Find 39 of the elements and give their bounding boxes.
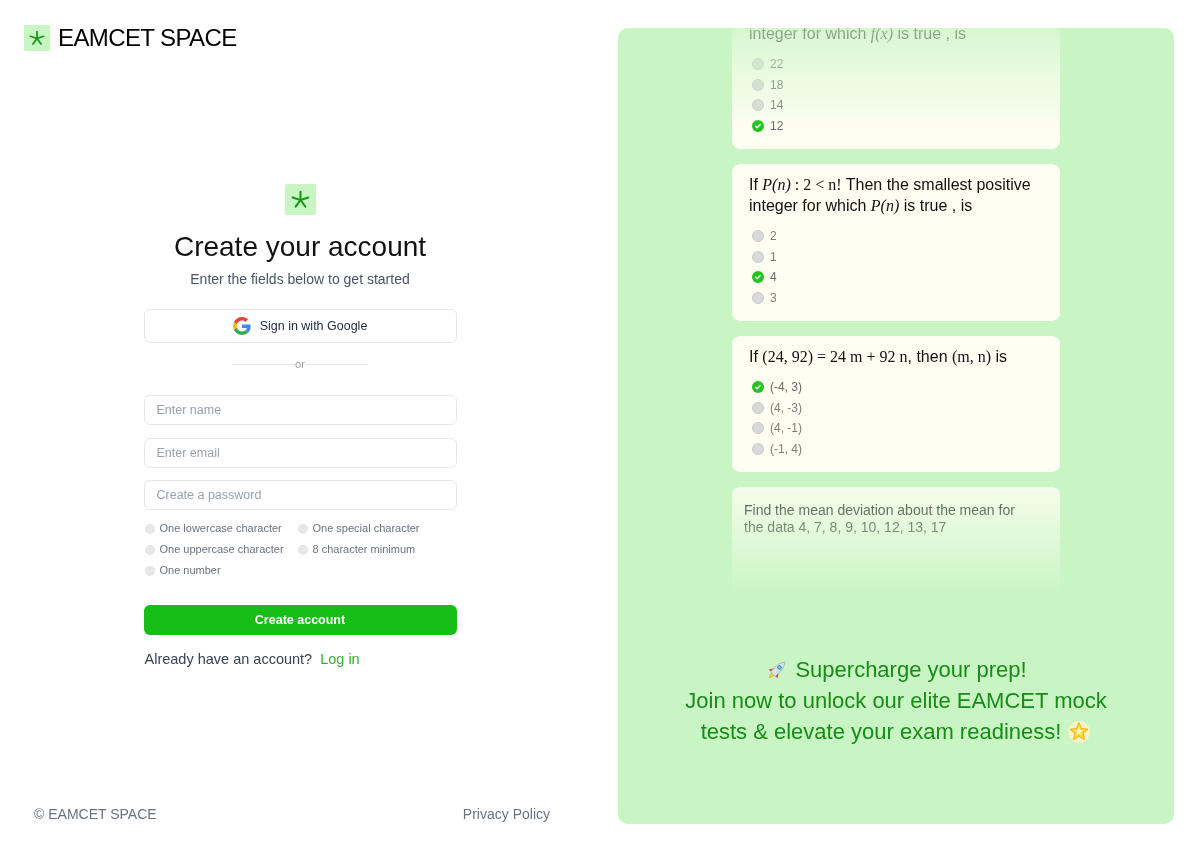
option-label: 22 [770,56,784,74]
google-logo-icon [232,317,251,335]
login-prompt: Already have an account? [144,650,313,669]
question-text: Find the mean deviation about the mean for the data 4, 7, 8, 9, 10, 12, 13, 17 [744,502,1016,536]
divider-label: or [295,357,305,371]
option-label: (-4, 3) [770,379,802,397]
input-field[interactable]: Enter name [143,395,457,425]
option-label: (4, -1) [770,420,802,438]
asterisk-logo-icon [284,184,316,215]
password-rule: One number [159,563,221,579]
page-subtitle: Enter the fields below to get started [190,270,410,289]
option-label: 3 [770,289,777,307]
option-label: (-1, 4) [770,440,802,458]
input-field[interactable]: Create a password [143,480,457,510]
input-field[interactable]: Enter email [143,437,457,468]
option-label: 1 [770,248,777,266]
login-link[interactable]: Log in [320,649,360,669]
promo-text: tests & elevate your exam readiness! [700,718,1062,746]
promo-headline: Supercharge your prep! [795,656,1027,684]
asterisk-logo-icon [24,25,50,51]
promo-text: Join now to unlock our elite EAMCET mock [685,687,1107,715]
option-label: 4 [770,269,777,287]
password-rule: One uppercase character [159,542,284,558]
question-text: integer for which f(x) is true , is [748,28,967,44]
question-text: If P(n) : 2 < n! Then the smallest positive integer for which P(n) is true , is [748,175,1032,216]
option-label: 14 [770,97,784,115]
option-label: 12 [770,117,784,135]
question-text: If (24, 92) = 24 m + 92 n, then (m, n) is [748,347,1009,367]
option-label: 18 [770,76,784,94]
brand-name: EAMCET SPACE [58,24,237,52]
privacy-policy-link[interactable]: Privacy Policy [462,804,550,824]
page-title: Create your account [173,230,427,264]
password-rule: 8 character minimum [312,542,416,558]
option-label: 2 [770,228,777,246]
option-label: (4, -3) [770,399,802,417]
copyright-text: © EAMCET SPACE [34,805,157,824]
google-sign-in-button[interactable]: Sign in with Google [143,309,457,343]
password-rule: One lowercase character [159,521,282,537]
password-rule: One special character [312,521,420,537]
